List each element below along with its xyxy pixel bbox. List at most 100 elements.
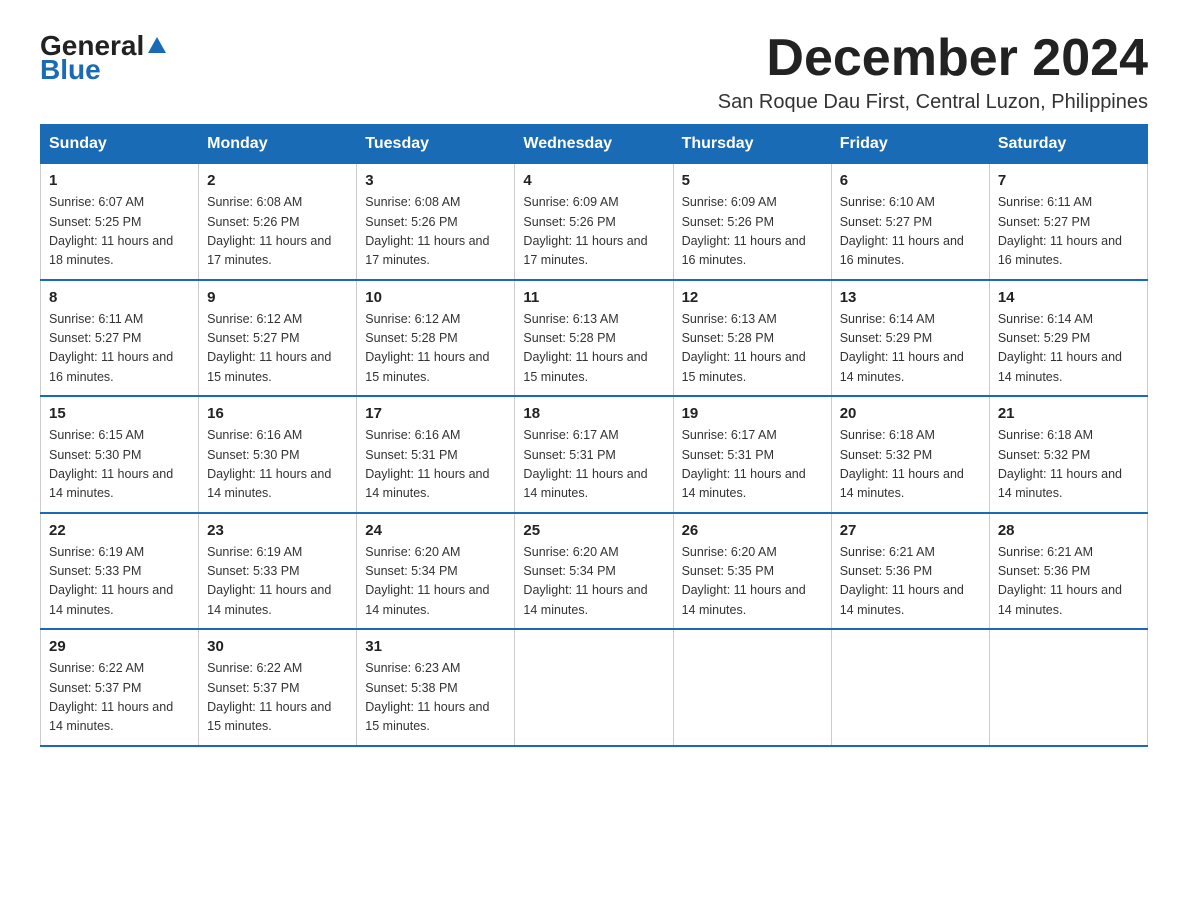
day-number: 13	[840, 289, 981, 306]
day-info: Sunrise: 6:15 AMSunset: 5:30 PMDaylight:…	[49, 426, 190, 504]
calendar-cell: 11 Sunrise: 6:13 AMSunset: 5:28 PMDayligh…	[515, 280, 673, 397]
calendar-cell	[831, 629, 989, 746]
calendar-cell	[673, 629, 831, 746]
day-info: Sunrise: 6:14 AMSunset: 5:29 PMDaylight:…	[840, 310, 981, 388]
logo-text-blue: Blue	[40, 54, 101, 86]
calendar-cell: 9 Sunrise: 6:12 AMSunset: 5:27 PMDaylight…	[199, 280, 357, 397]
calendar-cell: 22 Sunrise: 6:19 AMSunset: 5:33 PMDayligh…	[41, 513, 199, 630]
day-number: 27	[840, 522, 981, 539]
calendar-cell: 8 Sunrise: 6:11 AMSunset: 5:27 PMDaylight…	[41, 280, 199, 397]
day-info: Sunrise: 6:20 AMSunset: 5:34 PMDaylight:…	[523, 543, 664, 621]
day-info: Sunrise: 6:08 AMSunset: 5:26 PMDaylight:…	[365, 193, 506, 271]
day-number: 26	[682, 522, 823, 539]
day-number: 21	[998, 405, 1139, 422]
col-header-wednesday: Wednesday	[515, 125, 673, 164]
calendar-cell: 21 Sunrise: 6:18 AMSunset: 5:32 PMDayligh…	[989, 396, 1147, 513]
calendar-cell: 4 Sunrise: 6:09 AMSunset: 5:26 PMDaylight…	[515, 164, 673, 280]
logo-icon	[146, 35, 168, 57]
day-number: 4	[523, 172, 664, 189]
day-number: 18	[523, 405, 664, 422]
day-number: 30	[207, 638, 348, 655]
calendar-cell: 18 Sunrise: 6:17 AMSunset: 5:31 PMDayligh…	[515, 396, 673, 513]
day-number: 7	[998, 172, 1139, 189]
day-number: 15	[49, 405, 190, 422]
calendar-cell: 7 Sunrise: 6:11 AMSunset: 5:27 PMDaylight…	[989, 164, 1147, 280]
day-info: Sunrise: 6:20 AMSunset: 5:34 PMDaylight:…	[365, 543, 506, 621]
col-header-sunday: Sunday	[41, 125, 199, 164]
day-number: 8	[49, 289, 190, 306]
calendar-cell: 1Sunrise: 6:07 AMSunset: 5:25 PMDaylight…	[41, 164, 199, 280]
calendar-cell: 28Sunrise: 6:21 AMSunset: 5:36 PMDayligh…	[989, 513, 1147, 630]
calendar-cell: 10Sunrise: 6:12 AMSunset: 5:28 PMDayligh…	[357, 280, 515, 397]
calendar-header-row: SundayMondayTuesdayWednesdayThursdayFrid…	[41, 125, 1148, 164]
day-info: Sunrise: 6:16 AMSunset: 5:30 PMDaylight:…	[207, 426, 348, 504]
calendar-cell: 12Sunrise: 6:13 AMSunset: 5:28 PMDayligh…	[673, 280, 831, 397]
calendar-week-row: 8 Sunrise: 6:11 AMSunset: 5:27 PMDaylight…	[41, 280, 1148, 397]
day-number: 19	[682, 405, 823, 422]
day-number: 5	[682, 172, 823, 189]
day-number: 25	[523, 522, 664, 539]
col-header-monday: Monday	[199, 125, 357, 164]
calendar-cell: 5 Sunrise: 6:09 AMSunset: 5:26 PMDaylight…	[673, 164, 831, 280]
calendar-cell: 13 Sunrise: 6:14 AMSunset: 5:29 PMDayligh…	[831, 280, 989, 397]
day-info: Sunrise: 6:09 AMSunset: 5:26 PMDaylight:…	[523, 193, 664, 271]
day-info: Sunrise: 6:18 AMSunset: 5:32 PMDaylight:…	[998, 426, 1139, 504]
day-info: Sunrise: 6:17 AMSunset: 5:31 PMDaylight:…	[682, 426, 823, 504]
logo: General Blue	[40, 30, 168, 86]
day-info: Sunrise: 6:22 AMSunset: 5:37 PMDaylight:…	[49, 659, 190, 737]
calendar-cell: 16 Sunrise: 6:16 AMSunset: 5:30 PMDayligh…	[199, 396, 357, 513]
calendar-cell: 23 Sunrise: 6:19 AMSunset: 5:33 PMDayligh…	[199, 513, 357, 630]
day-info: Sunrise: 6:19 AMSunset: 5:33 PMDaylight:…	[49, 543, 190, 621]
day-info: Sunrise: 6:17 AMSunset: 5:31 PMDaylight:…	[523, 426, 664, 504]
day-number: 20	[840, 405, 981, 422]
day-info: Sunrise: 6:12 AMSunset: 5:28 PMDaylight:…	[365, 310, 506, 388]
day-number: 9	[207, 289, 348, 306]
day-info: Sunrise: 6:11 AMSunset: 5:27 PMDaylight:…	[49, 310, 190, 388]
day-number: 31	[365, 638, 506, 655]
calendar-cell: 27Sunrise: 6:21 AMSunset: 5:36 PMDayligh…	[831, 513, 989, 630]
day-number: 1	[49, 172, 190, 189]
day-number: 24	[365, 522, 506, 539]
day-number: 12	[682, 289, 823, 306]
day-info: Sunrise: 6:19 AMSunset: 5:33 PMDaylight:…	[207, 543, 348, 621]
day-number: 11	[523, 289, 664, 306]
calendar-week-row: 15 Sunrise: 6:15 AMSunset: 5:30 PMDayligh…	[41, 396, 1148, 513]
calendar-cell: 14Sunrise: 6:14 AMSunset: 5:29 PMDayligh…	[989, 280, 1147, 397]
calendar-cell	[515, 629, 673, 746]
day-number: 2	[207, 172, 348, 189]
day-number: 14	[998, 289, 1139, 306]
calendar-cell	[989, 629, 1147, 746]
calendar-cell: 6Sunrise: 6:10 AMSunset: 5:27 PMDaylight…	[831, 164, 989, 280]
calendar-cell: 30Sunrise: 6:22 AMSunset: 5:37 PMDayligh…	[199, 629, 357, 746]
day-number: 6	[840, 172, 981, 189]
calendar-cell: 24 Sunrise: 6:20 AMSunset: 5:34 PMDayligh…	[357, 513, 515, 630]
page-header: General Blue December 2024 San Roque Dau…	[40, 30, 1148, 114]
day-number: 23	[207, 522, 348, 539]
calendar-week-row: 29Sunrise: 6:22 AMSunset: 5:37 PMDayligh…	[41, 629, 1148, 746]
day-info: Sunrise: 6:12 AMSunset: 5:27 PMDaylight:…	[207, 310, 348, 388]
day-info: Sunrise: 6:09 AMSunset: 5:26 PMDaylight:…	[682, 193, 823, 271]
calendar-table: SundayMondayTuesdayWednesdayThursdayFrid…	[40, 124, 1148, 747]
day-number: 22	[49, 522, 190, 539]
calendar-week-row: 1Sunrise: 6:07 AMSunset: 5:25 PMDaylight…	[41, 164, 1148, 280]
col-header-tuesday: Tuesday	[357, 125, 515, 164]
col-header-thursday: Thursday	[673, 125, 831, 164]
calendar-cell: 17Sunrise: 6:16 AMSunset: 5:31 PMDayligh…	[357, 396, 515, 513]
calendar-week-row: 22 Sunrise: 6:19 AMSunset: 5:33 PMDayligh…	[41, 513, 1148, 630]
calendar-cell: 20 Sunrise: 6:18 AMSunset: 5:32 PMDayligh…	[831, 396, 989, 513]
calendar-cell: 15 Sunrise: 6:15 AMSunset: 5:30 PMDayligh…	[41, 396, 199, 513]
day-info: Sunrise: 6:13 AMSunset: 5:28 PMDaylight:…	[523, 310, 664, 388]
col-header-saturday: Saturday	[989, 125, 1147, 164]
day-number: 3	[365, 172, 506, 189]
col-header-friday: Friday	[831, 125, 989, 164]
subtitle: San Roque Dau First, Central Luzon, Phil…	[718, 91, 1148, 114]
day-info: Sunrise: 6:18 AMSunset: 5:32 PMDaylight:…	[840, 426, 981, 504]
calendar-cell: 31Sunrise: 6:23 AMSunset: 5:38 PMDayligh…	[357, 629, 515, 746]
title-block: December 2024 San Roque Dau First, Centr…	[718, 30, 1148, 114]
day-number: 17	[365, 405, 506, 422]
day-number: 16	[207, 405, 348, 422]
day-number: 28	[998, 522, 1139, 539]
day-info: Sunrise: 6:11 AMSunset: 5:27 PMDaylight:…	[998, 193, 1139, 271]
day-info: Sunrise: 6:08 AMSunset: 5:26 PMDaylight:…	[207, 193, 348, 271]
month-year: December 2024	[718, 30, 1148, 87]
